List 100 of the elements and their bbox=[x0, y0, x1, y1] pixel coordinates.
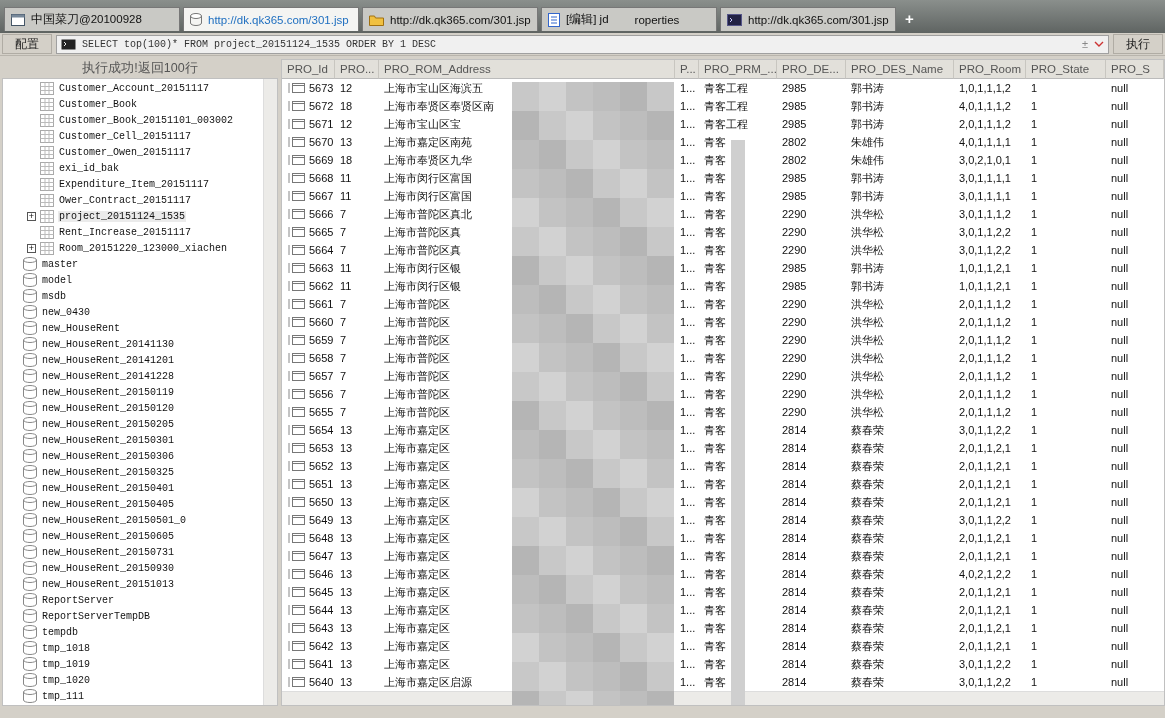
table-cell-text: 上海市奉贤区九华 bbox=[383, 152, 473, 168]
tree-item[interactable]: Customer_Cell_20151117 bbox=[58, 130, 193, 142]
column-header[interactable]: PRO_PRM_... bbox=[699, 60, 777, 79]
column-header[interactable]: PRO_DES_Name bbox=[846, 60, 954, 79]
tree-item[interactable]: new_HouseRent_20151013 bbox=[41, 578, 176, 590]
tree-item[interactable]: new_HouseRent_20150306 bbox=[41, 450, 176, 462]
column-header[interactable]: PRO... bbox=[335, 60, 379, 79]
tree-item[interactable]: Expenditure_Item_20151117 bbox=[58, 178, 211, 190]
table-cell-text: 青客 bbox=[703, 170, 727, 186]
query-field[interactable]: SELECT top(100)* FROM project_20151124_1535 ORDER BY 1 DESC ± bbox=[56, 34, 1109, 54]
browser-tab[interactable]: http://dk.qk365.com/301.jsp bbox=[183, 7, 359, 31]
tree-item[interactable]: exi_id_bak bbox=[58, 162, 120, 174]
column-header[interactable]: PRO_S bbox=[1106, 60, 1164, 79]
tree-item[interactable]: new_HouseRent_20141130 bbox=[41, 338, 176, 350]
tree-item[interactable]: project_20151124_1535 bbox=[58, 210, 187, 222]
table-cell: 5661 bbox=[282, 295, 335, 313]
tree-item[interactable]: tmp_111 bbox=[41, 690, 85, 702]
row-icon bbox=[287, 496, 305, 508]
table-cell-text: 青客 bbox=[703, 314, 727, 330]
tree-item[interactable]: model bbox=[41, 274, 73, 286]
table-cell-text: null bbox=[1110, 243, 1130, 258]
new-tab-button[interactable]: + bbox=[905, 10, 914, 27]
scrollbar[interactable] bbox=[263, 79, 277, 705]
table-cell: 5648 bbox=[282, 529, 335, 547]
column-header[interactable]: P... bbox=[675, 60, 699, 79]
tree-item[interactable]: new_HouseRent_20150325 bbox=[41, 466, 176, 478]
tree-item[interactable]: new_HouseRent_20150205 bbox=[41, 418, 176, 430]
tree-item[interactable]: master bbox=[41, 258, 79, 270]
tree-item[interactable]: new_HouseRent_20150405 bbox=[41, 498, 176, 510]
tree-item[interactable]: tmp_1018 bbox=[41, 642, 91, 654]
table-cell-text: 青客 bbox=[703, 566, 727, 582]
tree-item[interactable]: new_HouseRent bbox=[41, 322, 121, 334]
row-icon bbox=[287, 388, 305, 400]
config-button[interactable]: 配置 bbox=[2, 34, 52, 54]
browser-tab[interactable]: http://dk.qk365.com/301.jsp bbox=[362, 7, 538, 31]
run-button[interactable]: 执行 bbox=[1113, 34, 1163, 54]
table-cell-text: 13 bbox=[339, 567, 354, 582]
tree-item[interactable]: ReportServerTempDB bbox=[41, 610, 152, 622]
tree-item[interactable]: tmp_1019 bbox=[41, 658, 91, 670]
table-cell-text: 1 bbox=[1030, 333, 1039, 348]
table-cell-text: 1 bbox=[1030, 207, 1039, 222]
table-cell-text: 7 bbox=[339, 207, 348, 222]
tree-item[interactable]: new_HouseRent_20150930 bbox=[41, 562, 176, 574]
tree-item[interactable]: new_HouseRent_20150501_0 bbox=[41, 514, 188, 526]
browser-tab[interactable]: 中国菜刀@20100928 bbox=[4, 7, 180, 31]
table-cell-text: 2814 bbox=[781, 621, 808, 636]
table-cell-text: 洪华松 bbox=[850, 296, 885, 312]
table-cell-text: 1... bbox=[679, 243, 697, 258]
tree-item[interactable]: new_HouseRent_20150401 bbox=[41, 482, 176, 494]
table-cell-text: null bbox=[1110, 531, 1130, 546]
column-header[interactable]: PRO_State bbox=[1026, 60, 1106, 79]
database-icon bbox=[23, 577, 37, 591]
tree-item[interactable]: tmp_1020 bbox=[41, 674, 91, 686]
column-header[interactable]: PRO_Room bbox=[954, 60, 1026, 79]
table-cell-text: 青客 bbox=[703, 674, 727, 690]
browser-tab[interactable]: [编辑] jd roperties bbox=[541, 7, 717, 31]
tree-item[interactable]: Customer_Book_20151101_003002 bbox=[58, 114, 235, 126]
table-cell-text: 13 bbox=[339, 531, 354, 546]
column-header[interactable]: PRO_Id bbox=[282, 60, 335, 79]
table-cell-text: 上海市普陀区 bbox=[383, 368, 451, 384]
table-cell-text: 1... bbox=[679, 261, 697, 276]
tree-item[interactable]: new_HouseRent_20150301 bbox=[41, 434, 176, 446]
tree-item[interactable]: Customer_Owen_20151117 bbox=[58, 146, 193, 158]
table-cell-text: 13 bbox=[339, 621, 354, 636]
table-cell-text: null bbox=[1110, 423, 1130, 438]
tree-item[interactable]: new_HouseRent_20150119 bbox=[41, 386, 176, 398]
column-header[interactable]: PRO_ROM_Address bbox=[379, 60, 675, 79]
table-cell-text: 上海市奉贤区奉贤区南 bbox=[383, 98, 495, 114]
column-header[interactable]: PRO_DE... bbox=[777, 60, 846, 79]
tree-item[interactable]: new_HouseRent_20141228 bbox=[41, 370, 176, 382]
tree-item[interactable]: new_HouseRent_20150731 bbox=[41, 546, 176, 558]
table-cell-text: 1... bbox=[679, 639, 697, 654]
table-cell-text: 青客 bbox=[703, 638, 727, 654]
row-icon bbox=[287, 172, 305, 184]
tree-item[interactable]: new_HouseRent_20141201 bbox=[41, 354, 176, 366]
tree-item[interactable]: new_0430 bbox=[41, 306, 91, 318]
tree-item[interactable]: Customer_Book bbox=[58, 98, 138, 110]
tree-item[interactable]: Customer_Account_20151117 bbox=[58, 82, 211, 94]
tree-item[interactable]: new_HouseRent_20150120 bbox=[41, 402, 176, 414]
table-cell: 5660 bbox=[282, 313, 335, 331]
table-cell-text: 洪华松 bbox=[850, 242, 885, 258]
table-cell-text: 上海市嘉定区 bbox=[383, 476, 451, 492]
row-icon bbox=[287, 658, 305, 670]
table-cell-text: null bbox=[1110, 369, 1130, 384]
tree-item[interactable]: new_HouseRent_20150605 bbox=[41, 530, 176, 542]
expand-toggle[interactable]: + bbox=[27, 243, 36, 253]
tree-item[interactable]: ReportServer bbox=[41, 594, 115, 606]
table-cell-text: 1 bbox=[1030, 99, 1039, 114]
table-cell-text: 青客 bbox=[703, 548, 727, 564]
expand-toggle[interactable]: + bbox=[27, 211, 36, 221]
caret-icon[interactable] bbox=[1094, 41, 1104, 47]
table-cell-text: 2,0,1,1,1,2 bbox=[958, 369, 1012, 384]
table-cell-text: 1 bbox=[1030, 423, 1039, 438]
table-cell-text: 3,0,1,1,2,2 bbox=[958, 657, 1012, 672]
tree-item[interactable]: tempdb bbox=[41, 626, 79, 638]
tree-item[interactable]: Rent_Increase_20151117 bbox=[58, 226, 193, 238]
tree-item[interactable]: Ower_Contract_20151117 bbox=[58, 194, 193, 206]
tree-item[interactable]: msdb bbox=[41, 290, 67, 302]
tree-item[interactable]: Room_20151220_123000_xiachen bbox=[58, 242, 229, 254]
browser-tab[interactable]: http://dk.qk365.com/301.jsp bbox=[720, 7, 896, 31]
